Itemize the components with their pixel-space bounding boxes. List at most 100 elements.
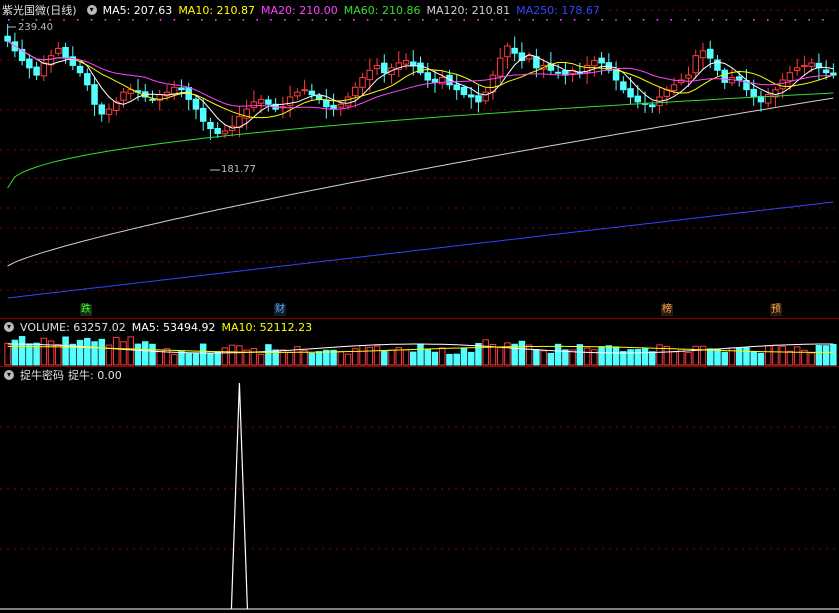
volume-bar-down — [511, 343, 518, 366]
volume-bar-down — [822, 345, 830, 366]
candle-up — [779, 79, 786, 90]
event-tag-fall[interactable]: 跌 — [80, 304, 92, 316]
volume-bar-up — [301, 350, 308, 366]
candle-down — [627, 88, 634, 98]
signal-dot — [394, 19, 396, 21]
volume-bar-down — [76, 339, 84, 366]
signal-dot — [366, 19, 369, 21]
volume-bar-down — [576, 344, 584, 366]
volume-bar-up — [228, 344, 236, 366]
candle-down — [178, 87, 185, 91]
volume-bar-up — [221, 347, 229, 366]
volume-bar-down — [620, 351, 627, 366]
ma10-value: MA10: 210.87 — [178, 3, 256, 17]
volume-bar-down — [467, 351, 475, 366]
candle-down — [265, 99, 272, 105]
signal-dot — [63, 19, 65, 21]
indicator-panel-header: ▾ 捉牛密码 捉牛: 0.00 — [0, 367, 128, 383]
volume-bar-down — [446, 353, 453, 366]
candle-up — [670, 84, 678, 91]
volume-bar-up — [120, 341, 127, 366]
volume-bar-down — [649, 351, 656, 366]
signal-dot — [504, 19, 507, 21]
candlestick-chart[interactable] — [0, 0, 839, 318]
ma120-value: MA120: 210.81 — [426, 3, 511, 17]
volume-bar-up — [772, 344, 779, 366]
candle-up — [692, 55, 700, 74]
candle-down — [207, 121, 214, 130]
volume-bar-down — [605, 345, 613, 366]
indicator-chart[interactable] — [0, 367, 839, 613]
volume-bar-down — [554, 343, 562, 366]
volume-bar-down — [417, 343, 424, 366]
volume-bar-up — [525, 344, 533, 366]
candle-down — [76, 65, 84, 74]
signal-dot — [629, 19, 631, 21]
candle-up — [352, 86, 359, 97]
signal-dot — [491, 19, 493, 21]
volume-panel[interactable]: ▾ VOLUME: 63257.02 MA5: 53494.92 MA10: 5… — [0, 319, 839, 366]
volume-bar-down — [308, 352, 316, 366]
volume-bar-down — [641, 348, 649, 366]
volume-ma10-value: MA10: 52112.23 — [221, 320, 313, 334]
signal-dot — [201, 19, 203, 21]
volume-bar-down — [547, 352, 555, 366]
volume-bar-down — [475, 342, 482, 366]
volume-bar-up — [540, 350, 547, 366]
signal-dot — [270, 19, 272, 21]
price-panel[interactable]: 紫光国微(日线) ▾ MA5: 207.63 MA10: 210.87 MA20… — [0, 0, 839, 318]
signal-dot — [532, 19, 534, 21]
candle-down — [750, 88, 757, 98]
candle-down — [634, 95, 642, 103]
candle-down — [330, 104, 337, 110]
candle-down — [620, 81, 627, 91]
candle-up — [40, 62, 48, 77]
event-tag-list[interactable]: 榜 — [661, 304, 673, 316]
volume-bar-up — [337, 351, 345, 366]
event-tag-finance[interactable]: 财 — [274, 304, 286, 316]
chevron-down-icon[interactable]: ▾ — [4, 370, 14, 380]
candle-up — [489, 74, 497, 93]
volume-bar-up — [170, 353, 178, 366]
volume-bar-down — [562, 349, 569, 366]
chevron-down-icon[interactable]: ▾ — [86, 5, 97, 15]
volume-bar-down — [141, 341, 149, 366]
candle-up — [366, 69, 374, 81]
volume-bar-up — [402, 349, 410, 366]
chevron-down-icon[interactable]: ▾ — [4, 322, 14, 332]
volume-bar-up — [786, 350, 794, 366]
signal-dot — [118, 19, 120, 21]
candle-down — [431, 78, 439, 83]
candle-down — [453, 84, 460, 91]
signal-dot — [353, 19, 355, 21]
signal-dot — [698, 19, 700, 21]
volume-bar-down — [265, 344, 272, 366]
signal-dot — [228, 19, 231, 21]
signal-dot — [711, 19, 714, 21]
candle-up — [438, 77, 446, 85]
volume-bar-up — [779, 345, 786, 366]
signal-dot — [242, 19, 245, 21]
candle-up — [373, 64, 381, 69]
signal-dot — [794, 19, 797, 21]
ma60-value: MA60: 210.86 — [343, 3, 421, 17]
event-tag-forecast[interactable]: 预 — [770, 304, 782, 316]
signal-dot — [739, 19, 741, 21]
signal-dot — [725, 19, 728, 21]
signal-dot — [311, 19, 314, 21]
candle-up — [105, 108, 113, 115]
volume-bar-up — [359, 345, 366, 366]
candle-up — [301, 89, 308, 92]
candle-down — [26, 58, 33, 69]
signal-dot — [449, 19, 452, 21]
candle-up — [402, 60, 410, 65]
candle-up — [359, 77, 366, 88]
indicator-panel[interactable]: ▾ 捉牛密码 捉牛: 0.00 — [0, 367, 839, 613]
candle-up — [685, 74, 692, 79]
candle-down — [308, 90, 316, 96]
candle-up — [808, 62, 815, 67]
candle-down — [822, 69, 830, 74]
volume-bar-down — [431, 351, 439, 366]
signal-dot — [173, 19, 176, 21]
candle-down — [612, 69, 620, 81]
